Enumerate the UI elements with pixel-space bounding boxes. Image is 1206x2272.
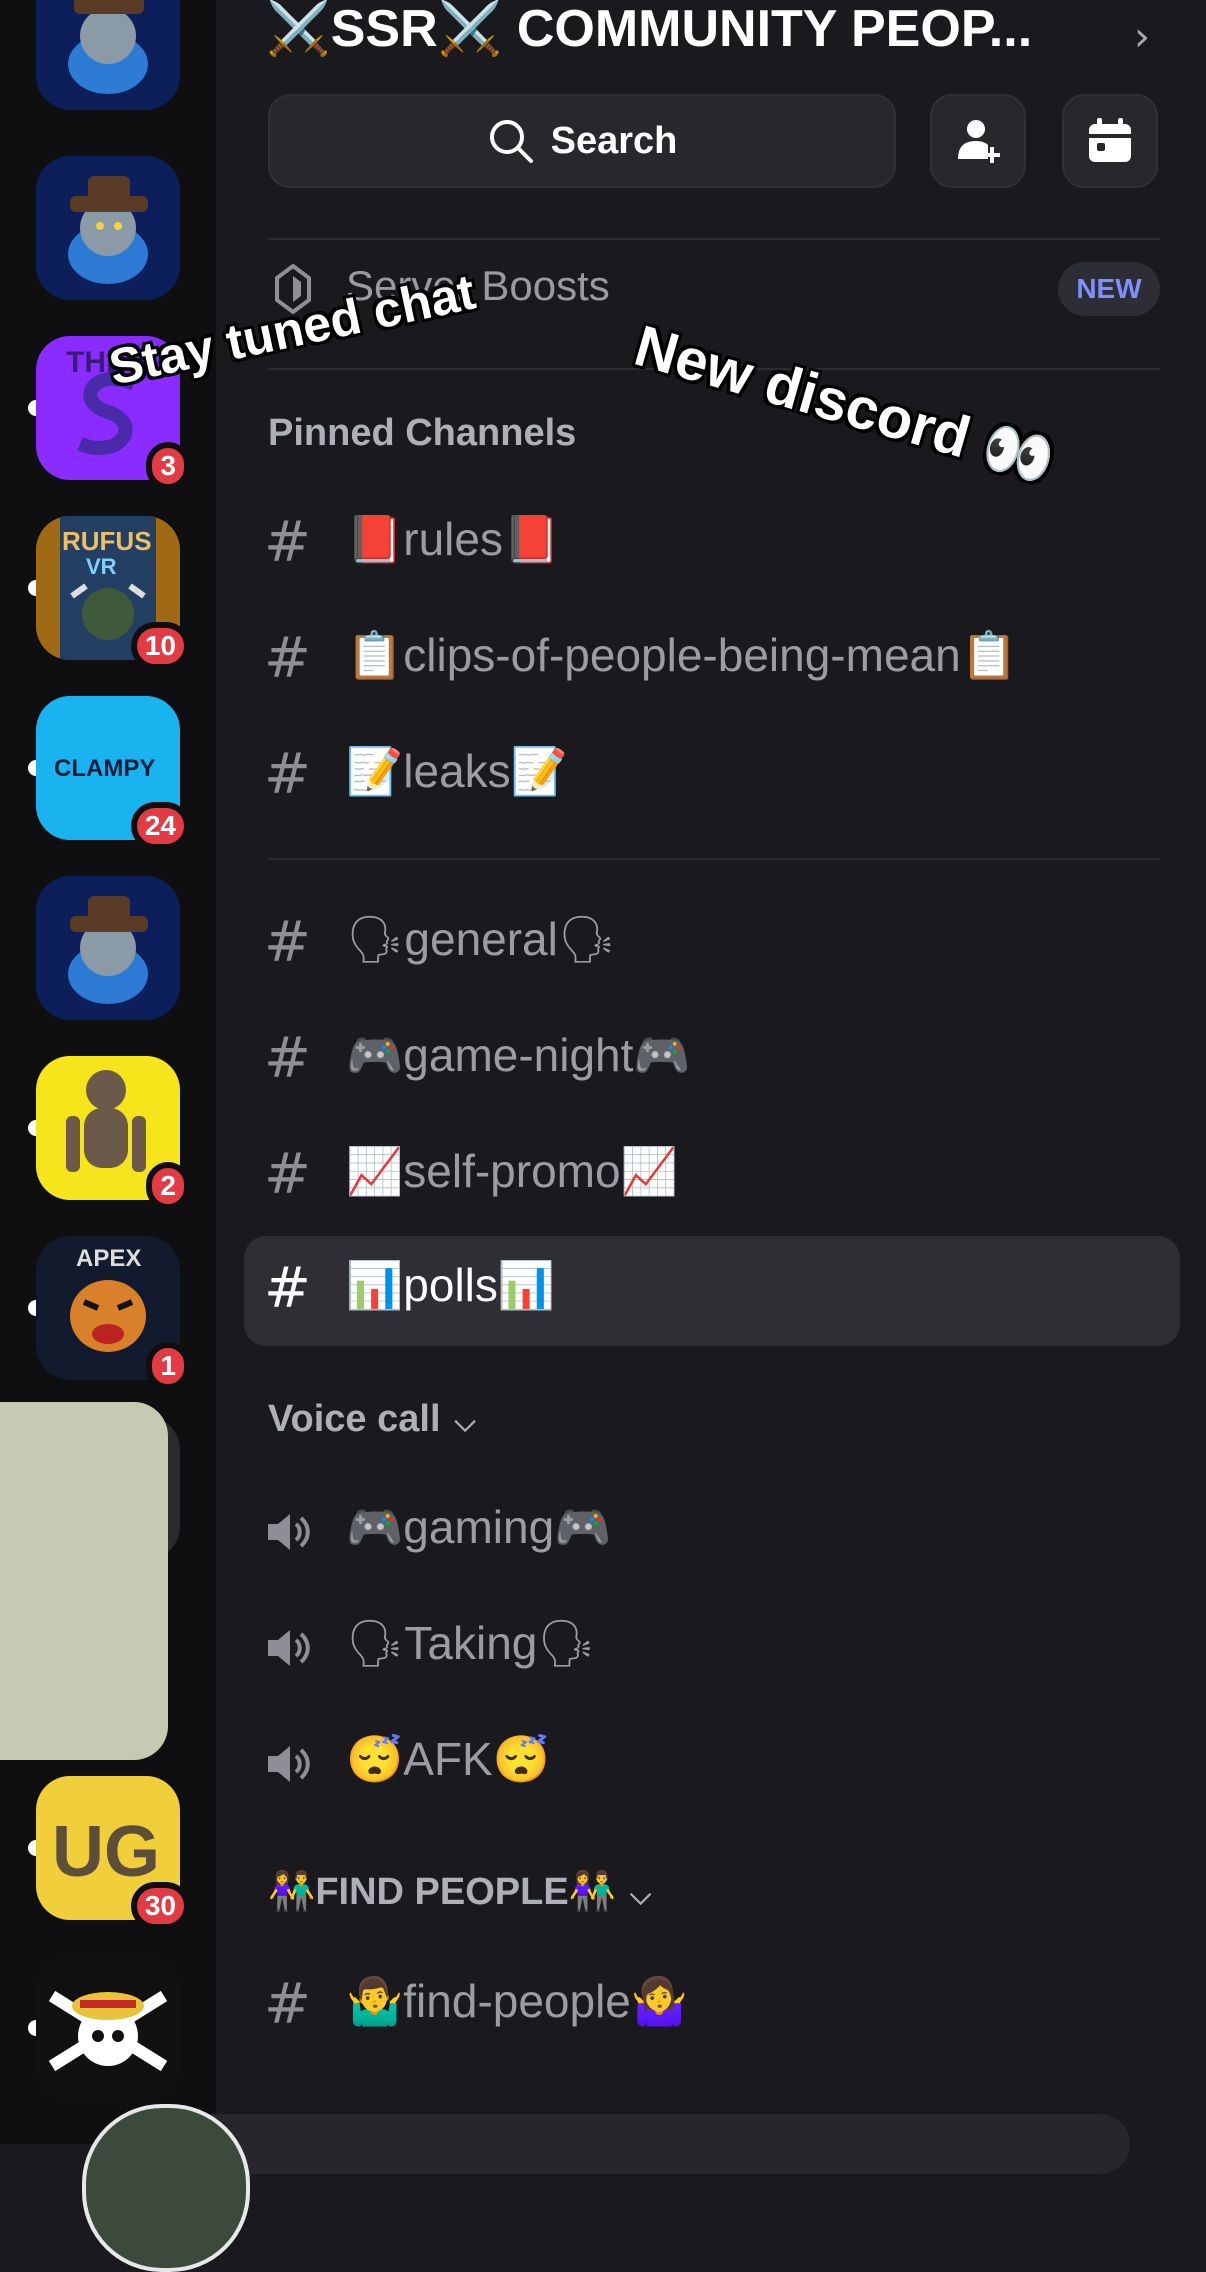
channel-general[interactable]: # 🗣general🗣 (244, 890, 1180, 998)
server-icon[interactable]: RUFUS VR 10 (28, 516, 190, 670)
channel-name: 🗣Taking🗣 (346, 1617, 596, 1669)
pinned-channels-header: Pinned Channels (268, 412, 577, 454)
channel-rules[interactable]: # 📕rules📕 (244, 490, 1180, 598)
channel-leaks[interactable]: # 📝leaks📝 (244, 722, 1180, 830)
svg-text:UG: UG (52, 1812, 160, 1892)
voice-channel-gaming[interactable]: 🎮gaming🎮 (244, 1478, 1180, 1586)
hashtag-icon: # (264, 1026, 311, 1091)
channel-name: 🤷‍♂️find-people🤷‍♀️ (346, 1975, 689, 2027)
monster-avatar-image (36, 156, 180, 300)
svg-text:RUFUS: RUFUS (62, 526, 152, 556)
speaker-icon (268, 1630, 310, 1666)
search-button[interactable]: Search (268, 94, 896, 188)
server-icon[interactable] (36, 0, 180, 110)
hashtag-icon: # (264, 742, 311, 807)
voice-channel-taking[interactable]: 🗣Taking🗣 (244, 1594, 1180, 1702)
channel-name: 🎮gaming🎮 (346, 1501, 612, 1553)
svg-text:APEX: APEX (76, 1245, 141, 1272)
channel-game-night[interactable]: # 🎮game-night🎮 (244, 1006, 1180, 1114)
voice-call-category[interactable]: Voice call ⌵ (268, 1398, 476, 1441)
channel-find-people[interactable]: # 🤷‍♂️find-people🤷‍♀️ (244, 1952, 1180, 2060)
hashtag-icon: # (264, 910, 311, 975)
voice-channel-afk[interactable]: 😴AFK😴 (244, 1710, 1180, 1818)
server-title[interactable]: ⚔️SSR⚔️ COMMUNITY PEOP... (266, 0, 1032, 59)
unread-count-badge: 2 (146, 1162, 190, 1210)
monster-avatar-image (36, 876, 180, 1020)
hashtag-icon: # (264, 1972, 311, 2037)
hashtag-icon: # (264, 1256, 311, 1321)
floating-preview-card (0, 1402, 168, 1760)
channel-clips-of-people-being-mean[interactable]: # 📋clips-of-people-being-mean📋 (244, 606, 1180, 714)
speaker-icon (268, 1746, 310, 1782)
speaker-icon (268, 1514, 310, 1550)
straw-hat-skull-logo (36, 1956, 180, 2100)
user-avatar[interactable] (82, 2104, 250, 2272)
hashtag-icon: # (264, 510, 311, 575)
hashtag-icon: # (264, 626, 311, 691)
channel-name: 🗣general🗣 (346, 913, 617, 965)
chevron-down-icon: ⌵ (630, 1879, 652, 1910)
search-label: Search (550, 119, 678, 162)
channel-name: 📕rules📕 (346, 513, 561, 565)
hashtag-icon: # (264, 1142, 311, 1207)
unread-count-badge: 10 (130, 622, 190, 670)
server-icon[interactable]: APEX 1 (28, 1236, 190, 1390)
events-button[interactable] (1062, 94, 1158, 188)
category-label: 👫FIND PEOPLE👫 (268, 1871, 616, 1913)
svg-text:CLAMPY: CLAMPY (54, 755, 155, 782)
channel-self-promo[interactable]: # 📈self-promo📈 (244, 1122, 1180, 1230)
server-icon[interactable] (28, 1956, 180, 2100)
category-label: Voice call (268, 1398, 441, 1440)
svg-text:VR: VR (86, 554, 117, 579)
chevron-down-icon: ⌵ (454, 1406, 476, 1437)
search-icon (489, 120, 533, 163)
invite-members-button[interactable] (930, 94, 1026, 188)
server-icon[interactable] (36, 156, 180, 300)
unread-count-badge: 1 (146, 1342, 190, 1390)
channel-name: 📈self-promo📈 (346, 1145, 678, 1197)
find-people-category[interactable]: 👫FIND PEOPLE👫 ⌵ (268, 1870, 651, 1914)
user-bar[interactable] (180, 2114, 1130, 2174)
unread-count-badge: 30 (130, 1882, 190, 1930)
chevron-right-icon[interactable]: › (1134, 14, 1150, 60)
channel-name: 📊polls📊 (346, 1259, 556, 1311)
divider (268, 238, 1160, 240)
unread-count-badge: 24 (130, 802, 190, 850)
monster-avatar-image (36, 0, 180, 110)
channel-name: 😴AFK😴 (346, 1733, 551, 1785)
channel-name: 🎮game-night🎮 (346, 1029, 691, 1081)
channel-name: 📝leaks📝 (346, 745, 568, 797)
server-icon[interactable]: 2 (28, 1056, 190, 1210)
server-icon[interactable]: CLAMPY 24 (28, 696, 190, 850)
unread-count-badge: 3 (146, 442, 190, 490)
calendar-icon (1089, 118, 1131, 162)
server-icon[interactable]: UG 30 (28, 1776, 190, 1930)
server-icon[interactable] (36, 876, 180, 1020)
new-badge: NEW (1058, 262, 1160, 316)
divider (268, 858, 1160, 860)
add-user-icon (958, 120, 1000, 163)
channel-name: 📋clips-of-people-being-mean📋 (346, 629, 1018, 681)
channel-polls[interactable]: # 📊polls📊 (244, 1236, 1180, 1346)
